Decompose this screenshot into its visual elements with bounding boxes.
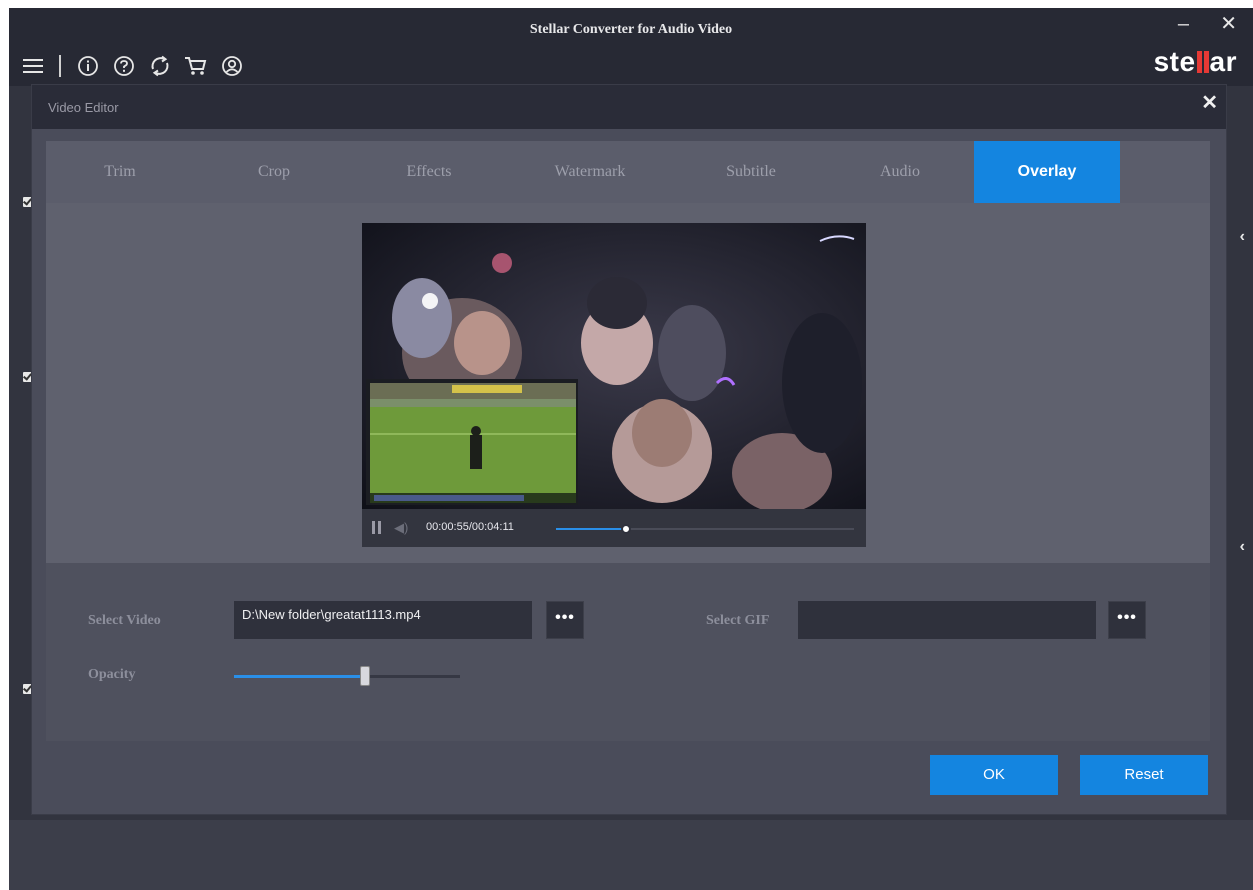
tab-effects[interactable]: Effects — [354, 141, 504, 203]
toolbar-separator — [59, 55, 61, 77]
opacity-slider-thumb[interactable] — [360, 666, 371, 686]
video-editor-dialog: Video Editor ✕ Trim Crop Effects Waterma… — [31, 84, 1227, 815]
title-bar: Stellar Converter for Audio Video – ✕ st… — [9, 8, 1253, 86]
select-video-label: Select Video — [88, 613, 161, 628]
select-gif-label: Select GIF — [706, 613, 770, 628]
brand-text-left: ste — [1153, 46, 1196, 77]
editor-tabs: Trim Crop Effects Watermark Subtitle Aud… — [46, 141, 1210, 203]
browse-gif-button[interactable]: ••• — [1108, 601, 1146, 639]
select-gif-field[interactable] — [798, 601, 1096, 639]
opacity-slider-fill — [234, 675, 366, 678]
seek-bar[interactable] — [556, 524, 854, 534]
tab-trim[interactable]: Trim — [46, 141, 194, 203]
opacity-label: Opacity — [88, 667, 136, 682]
tab-overlay[interactable]: Overlay — [974, 141, 1120, 203]
refresh-icon[interactable] — [147, 53, 173, 79]
window-close-button[interactable]: ✕ — [1220, 14, 1237, 34]
stellar-logo: ste ar — [1154, 46, 1237, 78]
chevron-left-icon[interactable]: ‹ — [1240, 228, 1245, 246]
opacity-slider[interactable] — [234, 666, 460, 686]
dialog-title: Video Editor — [48, 100, 119, 115]
status-strip — [9, 820, 1253, 890]
help-icon[interactable] — [111, 53, 137, 79]
tab-crop[interactable]: Crop — [194, 141, 354, 203]
select-video-field[interactable]: D:\New folder\greatat1113.mp4 — [234, 601, 532, 639]
ok-button[interactable]: OK — [930, 755, 1058, 795]
volume-icon[interactable]: ◀) — [394, 520, 408, 536]
dialog-close-button[interactable]: ✕ — [1201, 93, 1218, 113]
brand-text-right: ar — [1209, 46, 1237, 77]
app-title: Stellar Converter for Audio Video — [529, 22, 733, 37]
overlay-settings: Select Video D:\New folder\greatat1113.m… — [46, 563, 1210, 741]
video-controls: ◀) 00:00:55/00:04:11 — [362, 509, 866, 547]
reset-button[interactable]: Reset — [1080, 755, 1208, 795]
playback-time: 00:00:55/00:04:11 — [426, 521, 514, 533]
preview-panel: ◀) 00:00:55/00:04:11 — [46, 203, 1210, 563]
chevron-left-icon[interactable]: ‹ — [1240, 538, 1245, 556]
cart-icon[interactable] — [183, 53, 209, 79]
pause-icon[interactable] — [372, 521, 382, 534]
toolbar — [21, 52, 255, 80]
tab-watermark[interactable]: Watermark — [504, 141, 676, 203]
browse-video-button[interactable]: ••• — [546, 601, 584, 639]
seek-handle[interactable] — [621, 524, 632, 534]
video-preview[interactable] — [362, 223, 866, 509]
menu-icon[interactable] — [21, 53, 47, 79]
dialog-header: Video Editor ✕ — [32, 85, 1226, 129]
account-icon[interactable] — [219, 53, 245, 79]
tab-audio[interactable]: Audio — [826, 141, 974, 203]
seek-bar-progress — [556, 528, 627, 530]
tab-subtitle[interactable]: Subtitle — [676, 141, 826, 203]
minimize-button[interactable]: – — [1178, 14, 1189, 34]
info-icon[interactable] — [75, 53, 101, 79]
brand-bar — [1196, 51, 1202, 73]
brand-bar — [1203, 51, 1209, 73]
